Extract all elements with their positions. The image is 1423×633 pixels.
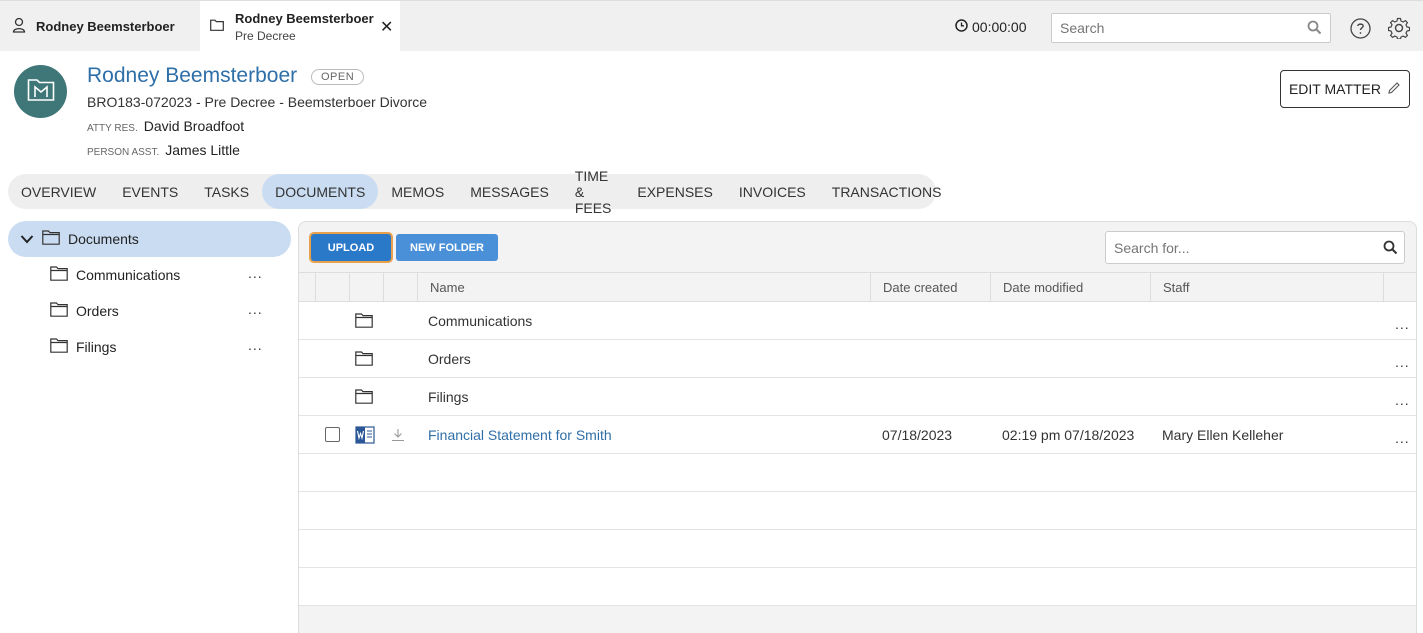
status-badge: OPEN	[311, 69, 365, 85]
table-header: Name Date created Date modified Staff	[299, 272, 1416, 302]
global-search	[1051, 13, 1331, 43]
search-icon[interactable]	[1307, 20, 1322, 38]
header-date-modified[interactable]: Date modified	[990, 273, 1150, 302]
header-select	[315, 273, 349, 302]
folder-icon	[355, 302, 373, 339]
atty-res-label: ATTY RES.	[87, 123, 138, 134]
tab-matter[interactable]: Rodney Beemsterboer Pre Decree ✕	[200, 1, 400, 52]
close-icon[interactable]: ✕	[380, 17, 393, 37]
tree-item-label: Communications	[76, 267, 181, 283]
edit-matter-label: EDIT MATTER	[1288, 81, 1382, 97]
more-menu-icon[interactable]: ...	[1395, 316, 1410, 332]
more-menu-icon[interactable]: ...	[248, 265, 263, 281]
more-menu-icon[interactable]: ...	[1395, 354, 1410, 370]
folder-icon	[210, 18, 224, 34]
row-staff: Mary Ellen Kelleher	[1162, 426, 1284, 443]
tab-memos[interactable]: MEMOS	[378, 174, 457, 209]
new-folder-button[interactable]: NEW FOLDER	[396, 234, 498, 261]
tree-item-communications[interactable]: Communications ...	[50, 263, 280, 287]
row-date-modified: 02:19 pm 07/18/2023	[1002, 426, 1135, 443]
tab-time-fees[interactable]: TIME & FEES	[562, 168, 625, 216]
documents-panel: UPLOAD NEW FOLDER Name Date created Date…	[298, 221, 1417, 633]
top-bar: Rodney Beemsterboer Rodney Beemsterboer …	[0, 0, 1423, 52]
tree-root-documents[interactable]: Documents	[8, 221, 291, 257]
clock-icon	[955, 19, 968, 35]
documents-table: Name Date created Date modified Staff Co…	[299, 272, 1416, 606]
tree-item-filings[interactable]: Filings ...	[50, 335, 280, 359]
tab-transactions[interactable]: TRANSACTIONS	[819, 174, 955, 209]
header-download	[383, 273, 417, 302]
tree-item-label: Filings	[76, 339, 117, 355]
table-row-empty	[299, 492, 1416, 530]
more-menu-icon[interactable]: ...	[248, 301, 263, 317]
header-type	[349, 273, 383, 302]
help-icon[interactable]	[1350, 18, 1371, 42]
table-row-empty	[299, 530, 1416, 568]
word-file-icon	[355, 416, 375, 453]
person-asst-row: PERSON ASST. James Little	[87, 142, 240, 158]
matter-case-line: BRO183-072023 - Pre Decree - Beemsterboe…	[87, 94, 428, 110]
row-date-created: 07/18/2023	[882, 426, 953, 443]
tab-user-label: Rodney Beemsterboer	[36, 19, 175, 34]
person-icon	[12, 17, 26, 36]
person-asst-label: PERSON ASST.	[87, 147, 160, 158]
person-asst-value: James Little	[165, 142, 240, 158]
tab-invoices[interactable]: INVOICES	[726, 174, 819, 209]
chevron-down-icon[interactable]	[20, 231, 34, 247]
tab-matter-title: Rodney Beemsterboer	[235, 11, 374, 26]
more-menu-icon[interactable]: ...	[1395, 430, 1410, 446]
tab-tasks[interactable]: TASKS	[191, 174, 262, 209]
matter-nav-tabs: OVERVIEW EVENTS TASKS DOCUMENTS MEMOS ME…	[8, 168, 941, 216]
table-row-empty	[299, 454, 1416, 492]
header-actions	[1383, 273, 1416, 302]
row-checkbox[interactable]	[325, 416, 340, 453]
header-staff[interactable]: Staff	[1150, 273, 1383, 302]
table-row[interactable]: Orders ...	[299, 340, 1416, 378]
timer[interactable]: 00:00:00	[955, 19, 1027, 35]
document-search	[1105, 231, 1405, 264]
table-row[interactable]: Financial Statement for Smith 07/18/2023…	[299, 416, 1416, 454]
matter-avatar	[14, 65, 67, 118]
document-search-input[interactable]	[1106, 232, 1366, 263]
folder-icon	[50, 302, 68, 320]
table-row[interactable]: Filings ...	[299, 378, 1416, 416]
tab-overview[interactable]: OVERVIEW	[8, 174, 109, 209]
more-menu-icon[interactable]: ...	[248, 337, 263, 353]
folder-icon	[50, 338, 68, 356]
row-name[interactable]: Orders	[428, 340, 471, 377]
folder-icon	[50, 266, 68, 284]
header-date-created[interactable]: Date created	[870, 273, 990, 302]
tab-messages[interactable]: MESSAGES	[457, 174, 562, 209]
folder-icon	[355, 340, 373, 377]
tab-expenses[interactable]: EXPENSES	[624, 174, 725, 209]
atty-res-value: David Broadfoot	[143, 118, 245, 134]
folder-icon	[355, 378, 373, 415]
atty-res-row: ATTY RES. David Broadfoot	[87, 118, 244, 134]
tree-root-label: Documents	[68, 231, 139, 247]
more-menu-icon[interactable]: ...	[1395, 392, 1410, 408]
pencil-icon	[1387, 81, 1401, 98]
row-name[interactable]: Communications	[428, 302, 532, 339]
matter-name: Rodney Beemsterboer	[87, 64, 298, 87]
tree-item-label: Orders	[76, 303, 119, 319]
timer-value: 00:00:00	[972, 19, 1027, 35]
folder-icon	[42, 230, 60, 248]
tab-matter-subtitle: Pre Decree	[235, 29, 296, 43]
global-search-input[interactable]	[1052, 14, 1292, 42]
edit-matter-button[interactable]: EDIT MATTER	[1280, 70, 1410, 108]
row-name[interactable]: Filings	[428, 378, 468, 415]
matter-folder-icon	[27, 78, 55, 105]
tab-documents[interactable]: DOCUMENTS	[262, 174, 379, 209]
search-icon[interactable]	[1383, 240, 1398, 258]
upload-button[interactable]: UPLOAD	[311, 234, 391, 261]
gear-icon[interactable]	[1387, 17, 1411, 42]
tab-events[interactable]: EVENTS	[109, 174, 191, 209]
row-name[interactable]: Financial Statement for Smith	[428, 416, 612, 453]
download-icon[interactable]	[391, 416, 405, 453]
tree-item-orders[interactable]: Orders ...	[50, 299, 280, 323]
table-row-empty	[299, 568, 1416, 606]
header-name[interactable]: Name	[417, 273, 870, 302]
tab-user[interactable]: Rodney Beemsterboer	[0, 1, 200, 52]
table-row[interactable]: Communications ...	[299, 302, 1416, 340]
